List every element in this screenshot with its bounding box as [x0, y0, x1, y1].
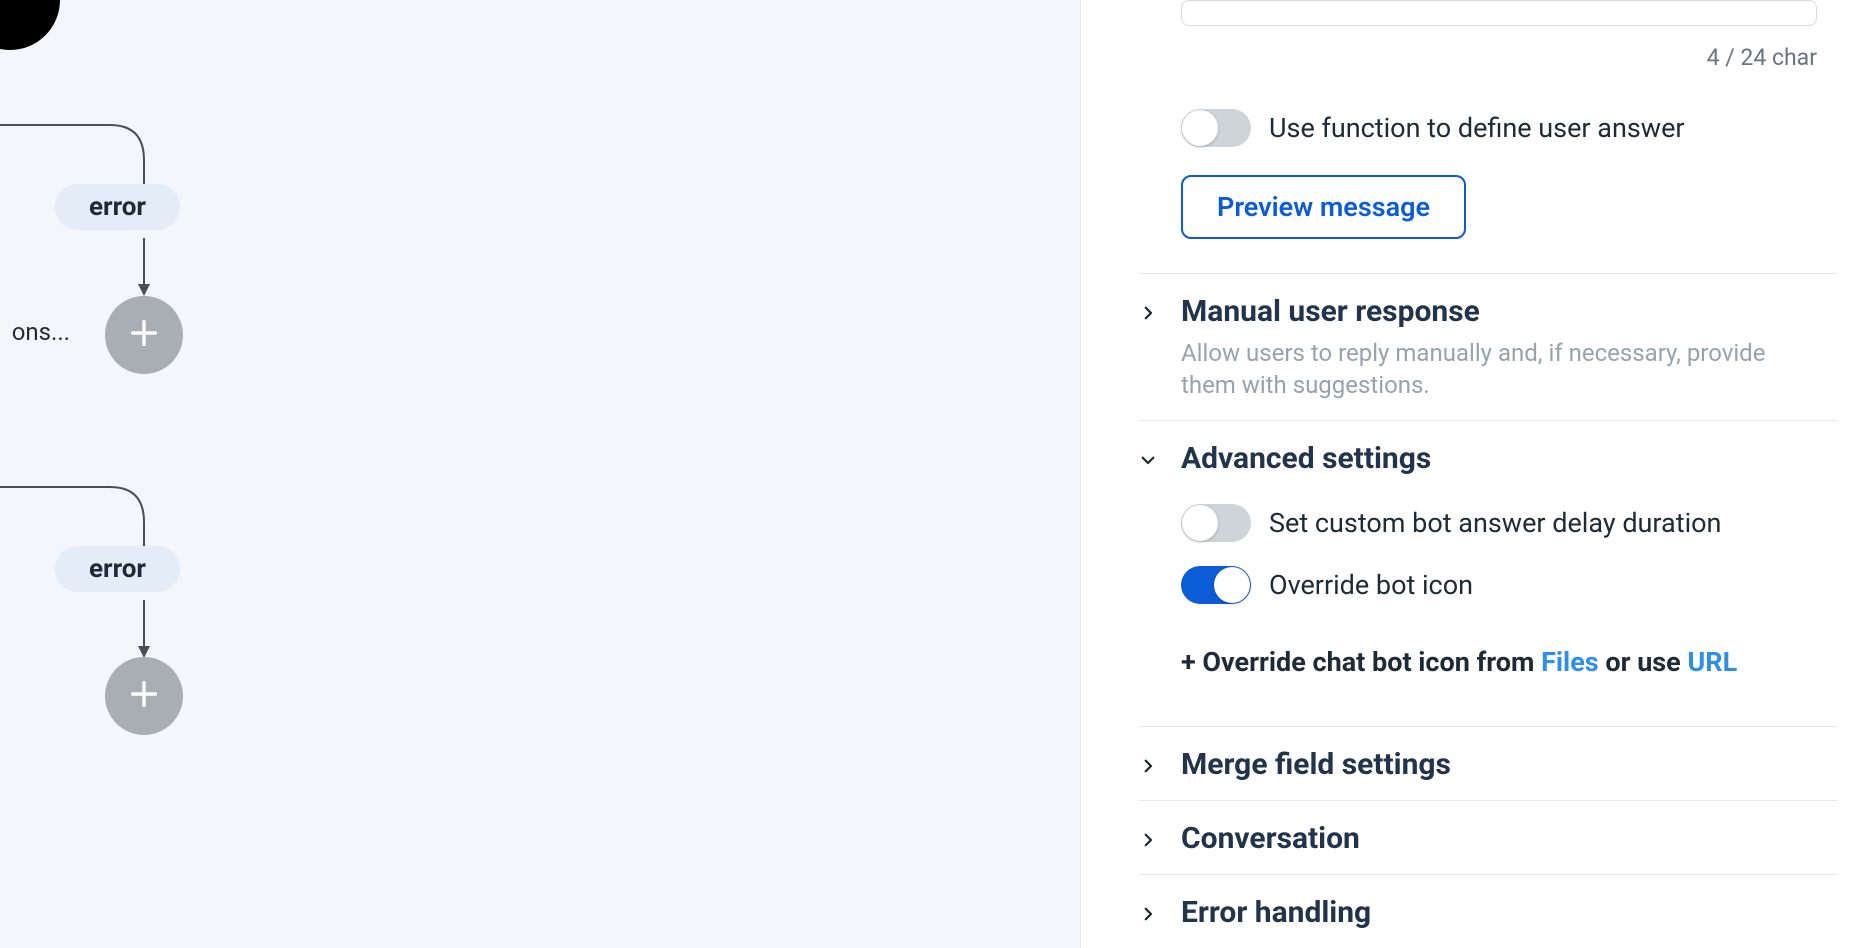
- section-merge-field-settings[interactable]: Merge field settings: [1139, 726, 1838, 800]
- edge-label-text: error: [89, 192, 146, 222]
- chevron-right-icon: [1139, 831, 1157, 849]
- section-manual-user-response[interactable]: Manual user response Allow users to repl…: [1139, 273, 1838, 420]
- flow-canvas[interactable]: ons... error error: [0, 0, 1080, 948]
- plus-icon: [127, 316, 161, 354]
- section-title: Merge field settings: [1181, 747, 1838, 782]
- section-title: Error handling: [1181, 895, 1838, 930]
- override-middle: or use: [1599, 646, 1688, 678]
- preview-message-button[interactable]: Preview message: [1181, 175, 1466, 239]
- edge-label-error-1[interactable]: error: [55, 184, 180, 230]
- char-counter: 4 / 24 char: [1139, 44, 1817, 71]
- override-prefix: + Override chat bot icon from: [1181, 646, 1541, 678]
- toggle-label: Set custom bot answer delay duration: [1269, 507, 1721, 539]
- override-icon-source-line: + Override chat bot icon from Files or u…: [1181, 646, 1838, 678]
- canvas-connectors: [0, 0, 1080, 948]
- chevron-right-icon: [1139, 905, 1157, 923]
- plus-icon: [127, 677, 161, 715]
- section-title: Manual user response: [1181, 294, 1838, 329]
- section-error-handling[interactable]: Error handling: [1139, 874, 1838, 948]
- toggle-row-override-icon: Override bot icon: [1181, 566, 1838, 604]
- chevron-down-icon: [1139, 451, 1157, 469]
- section-advanced-settings[interactable]: Advanced settings Set custom bot answer …: [1139, 420, 1838, 726]
- add-node-button-2[interactable]: [105, 657, 183, 735]
- chevron-right-icon: [1139, 304, 1157, 322]
- link-files[interactable]: Files: [1541, 646, 1599, 678]
- toggle-row-delay: Set custom bot answer delay duration: [1181, 504, 1838, 542]
- section-description: Allow users to reply manually and, if ne…: [1181, 337, 1801, 402]
- add-node-button-1[interactable]: [105, 296, 183, 374]
- toggle-row-function: Use function to define user answer: [1181, 109, 1838, 147]
- toggle-label: Override bot icon: [1269, 569, 1473, 601]
- edge-label-text: error: [89, 554, 146, 584]
- edge-label-error-2[interactable]: error: [55, 546, 180, 592]
- chevron-right-icon: [1139, 757, 1157, 775]
- text-input[interactable]: [1181, 0, 1817, 26]
- section-title: Conversation: [1181, 821, 1838, 856]
- section-title: Advanced settings: [1181, 441, 1838, 476]
- section-conversation[interactable]: Conversation: [1139, 800, 1838, 874]
- toggle-label: Use function to define user answer: [1269, 112, 1685, 144]
- settings-panel: 4 / 24 char Use function to define user …: [1080, 0, 1874, 948]
- toggle-override-bot-icon[interactable]: [1181, 566, 1251, 604]
- toggle-custom-delay[interactable]: [1181, 504, 1251, 542]
- toggle-use-function[interactable]: [1181, 109, 1251, 147]
- link-url[interactable]: URL: [1687, 646, 1737, 678]
